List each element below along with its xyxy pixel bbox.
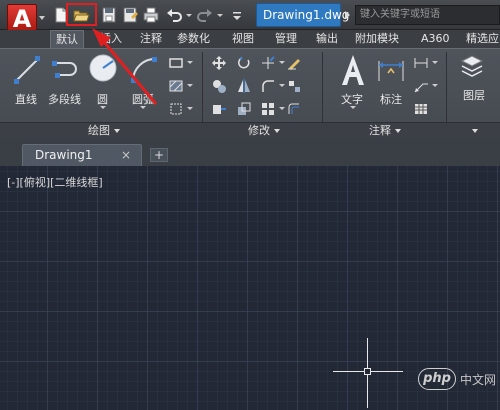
viewport-controls-label[interactable]: [-][俯视][二维线框]: [7, 174, 103, 190]
stretch-icon[interactable]: [211, 101, 227, 117]
panel-divider: [202, 52, 203, 122]
linear-dimension-dropdown-icon[interactable]: [432, 61, 438, 64]
polyline-label: 多段线: [48, 93, 81, 106]
array-icon[interactable]: [260, 101, 276, 117]
text-dropdown-icon[interactable]: [350, 106, 356, 109]
tab-view[interactable]: 视图: [232, 30, 254, 48]
watermark-logo: php: [418, 368, 456, 390]
open-button-highlight: [66, 3, 97, 26]
chevron-down-icon: [114, 129, 120, 133]
chevron-down-icon: [395, 129, 401, 133]
scale-icon[interactable]: [236, 101, 252, 117]
customize-icon[interactable]: [228, 6, 246, 24]
circle-tool[interactable]: [88, 53, 118, 85]
line-tool[interactable]: [12, 55, 42, 85]
watermark-text: 中文网: [460, 373, 497, 387]
trim-dropdown-icon[interactable]: [279, 61, 285, 64]
leader-icon[interactable]: [413, 78, 429, 94]
dimension-tool[interactable]: [376, 55, 406, 85]
fillet-dropdown-icon[interactable]: [279, 84, 285, 87]
draw-panel-title[interactable]: 绘图: [88, 123, 120, 138]
save-icon[interactable]: [100, 6, 118, 24]
polyline-tool[interactable]: [50, 55, 82, 85]
hatch-dropdown-icon[interactable]: [187, 84, 193, 87]
rectangle-dropdown-icon[interactable]: [187, 61, 193, 64]
text-tool[interactable]: [338, 53, 368, 87]
layers-panel-title[interactable]: [468, 123, 478, 138]
chevron-right-icon[interactable]: [345, 11, 350, 19]
tab-home[interactable]: 默认: [50, 30, 84, 48]
draw-panel-label: 绘图: [88, 124, 110, 137]
dimension-icon: [378, 61, 404, 81]
rotate-icon[interactable]: [236, 55, 252, 71]
erase-icon[interactable]: [286, 55, 302, 71]
ribbon-tab-row: 默认 插入 注释 参数化 视图 管理 输出 附加模块 A360 精选应: [0, 30, 500, 48]
annotation-panel-label: 注释: [369, 124, 391, 137]
circle-dropdown-icon[interactable]: [100, 106, 106, 109]
circle-label: 圆: [97, 93, 108, 106]
polyline-icon: [52, 61, 77, 78]
fillet-icon[interactable]: [260, 78, 276, 94]
table-icon[interactable]: [413, 101, 429, 117]
title-bar: A Drawing1.dwg 键入关键字或短语: [0, 0, 500, 34]
chevron-down-icon: [274, 129, 280, 133]
chevron-down-icon: [39, 16, 45, 20]
close-icon[interactable]: ×: [121, 148, 131, 162]
annotation-panel-title[interactable]: 注释: [369, 123, 401, 138]
redo-icon[interactable]: [196, 6, 214, 24]
rectangle-icon[interactable]: [168, 55, 184, 71]
tab-parametric[interactable]: 参数化: [177, 30, 210, 48]
panel-divider: [446, 52, 447, 122]
panel-divider: [322, 52, 323, 122]
tab-featured[interactable]: 精选应: [466, 30, 499, 48]
undo-dropdown-icon[interactable]: [186, 14, 192, 17]
layers-icon: [460, 55, 484, 77]
line-icon: [14, 56, 40, 84]
move-icon[interactable]: [211, 55, 227, 71]
tab-manage[interactable]: 管理: [275, 30, 297, 48]
linear-dimension-icon[interactable]: [413, 55, 429, 71]
tab-insert[interactable]: 插入: [100, 30, 122, 48]
array-dropdown-icon[interactable]: [279, 107, 285, 110]
boundary-dropdown-icon[interactable]: [187, 107, 193, 110]
dimension-label: 标注: [380, 93, 402, 106]
file-name-tab[interactable]: Drawing1.dwg: [256, 3, 349, 27]
modify-panel-label: 修改: [248, 124, 270, 137]
undo-icon[interactable]: [165, 6, 183, 24]
redo-dropdown-icon[interactable]: [217, 14, 223, 17]
boundary-icon[interactable]: [168, 101, 184, 117]
leader-dropdown-icon[interactable]: [432, 84, 438, 87]
document-tab-bar: Drawing1 × +: [0, 138, 500, 166]
trim-icon[interactable]: [260, 55, 276, 71]
hatch-icon[interactable]: [168, 78, 184, 94]
arc-dropdown-icon[interactable]: [140, 106, 146, 109]
layers-tool[interactable]: [459, 53, 485, 79]
tab-addins[interactable]: 附加模块: [355, 30, 399, 48]
modify-panel-title[interactable]: 修改: [248, 123, 280, 138]
tab-output[interactable]: 输出: [316, 30, 338, 48]
ribbon-panel-title-bar: 绘图 修改 注释: [0, 122, 500, 138]
mirror-icon[interactable]: [236, 78, 252, 94]
text-icon: [342, 55, 364, 85]
line-label: 直线: [15, 93, 37, 106]
explode-icon[interactable]: [286, 78, 302, 94]
search-input[interactable]: 键入关键字或短语: [355, 5, 500, 25]
arc-tool[interactable]: [129, 55, 159, 85]
arc-icon: [131, 57, 157, 83]
new-tab-button[interactable]: +: [150, 148, 168, 162]
crosshair-pickbox: [364, 368, 371, 375]
chevron-down-icon: [472, 129, 478, 133]
circle-icon: [89, 54, 117, 82]
text-label: 文字: [341, 93, 363, 106]
layers-label: 图层: [463, 89, 485, 102]
copy-icon[interactable]: [211, 78, 227, 94]
print-icon[interactable]: [142, 6, 160, 24]
arc-label: 圆弧: [132, 93, 154, 106]
save-as-icon[interactable]: [121, 6, 139, 24]
tab-annotate[interactable]: 注释: [140, 30, 162, 48]
offset-icon[interactable]: [286, 101, 302, 117]
tab-a360[interactable]: A360: [421, 30, 450, 48]
